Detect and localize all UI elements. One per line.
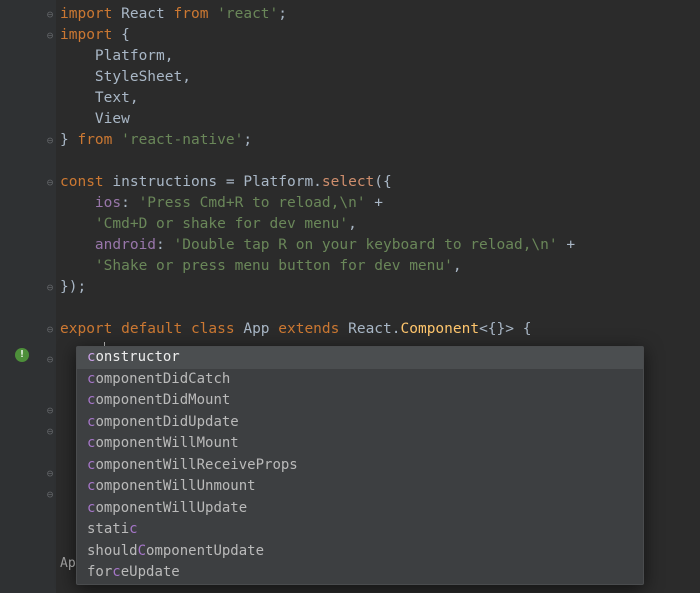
keyword-import: import [60, 6, 112, 22]
code-text: React. [348, 321, 400, 337]
ac-post: omponentWillUnmount [95, 478, 255, 494]
ac-post: omponentWillUpdate [95, 500, 247, 516]
punct: + [558, 237, 575, 253]
autocomplete-item-componentDidMount[interactable]: componentDidMount [77, 390, 643, 412]
autocomplete-item-forceUpdate[interactable]: forceUpdate [77, 562, 643, 584]
code-text: React [112, 6, 173, 22]
punct: ({ [374, 174, 391, 190]
keyword-export: export [60, 321, 121, 337]
ac-post: omponentDidMount [95, 392, 230, 408]
gutter-annotation-icon[interactable]: ! [15, 348, 29, 362]
autocomplete-item-static[interactable]: static [77, 519, 643, 541]
vertical-scrollbar[interactable] [689, 0, 699, 593]
fold-marker[interactable]: ⊖ [44, 349, 56, 370]
ac-match: c [129, 521, 137, 537]
breadcrumb-bar[interactable]: Ap [56, 553, 76, 575]
fold-marker[interactable]: ⊖ [44, 4, 56, 25]
ac-pre: for [87, 564, 112, 580]
type-name: Component [401, 321, 480, 337]
ac-match: C [138, 543, 146, 559]
ac-pre: stati [87, 521, 129, 537]
string-literal: 'Cmd+D or shake for dev menu' [95, 216, 348, 232]
keyword-from: from [174, 6, 218, 22]
fold-marker[interactable]: ⊖ [44, 319, 56, 340]
autocomplete-item-componentWillReceiveProps[interactable]: componentWillReceiveProps [77, 455, 643, 477]
keyword-class: class [191, 321, 243, 337]
autocomplete-item-componentWillUpdate[interactable]: componentWillUpdate [77, 498, 643, 520]
autocomplete-item-shouldComponentUpdate[interactable]: shouldComponentUpdate [77, 541, 643, 563]
ac-match: c [112, 564, 120, 580]
property-key: ios [60, 195, 121, 211]
fold-marker[interactable]: ⊖ [44, 463, 56, 484]
autocomplete-popup[interactable]: constructor componentDidCatch componentD… [76, 346, 644, 585]
ac-post: eUpdate [121, 564, 180, 580]
string-literal: 'react-native' [121, 132, 243, 148]
property-key: android [60, 237, 156, 253]
fold-column: ⊖ ⊖ ⊖ ⊖ ⊖ ⊖ ⊖ ⊖ ⊖ ⊖ ⊖ [44, 0, 56, 593]
keyword-const: const [60, 174, 112, 190]
breadcrumb-item[interactable]: Ap [60, 556, 76, 571]
punct: , [453, 258, 462, 274]
punct: : [156, 237, 173, 253]
fold-marker[interactable]: ⊖ [44, 130, 56, 151]
punct: }); [60, 279, 86, 295]
string-literal: 'Shake or press menu button for dev menu… [95, 258, 453, 274]
ac-post: omponentWillMount [95, 435, 238, 451]
punct: : [121, 195, 138, 211]
punct: <{}> { [479, 321, 531, 337]
code-text: StyleSheet, [60, 69, 191, 85]
fold-marker[interactable]: ⊖ [44, 421, 56, 442]
fold-marker[interactable]: ⊖ [44, 172, 56, 193]
punct: } [60, 132, 77, 148]
fold-marker[interactable]: ⊖ [44, 484, 56, 505]
punct: ; [278, 6, 287, 22]
keyword-import: import [60, 27, 121, 43]
code-text: View [60, 111, 130, 127]
ac-post: omponentWillReceiveProps [95, 457, 297, 473]
fold-marker[interactable]: ⊖ [44, 277, 56, 298]
string-literal: 'react' [217, 6, 278, 22]
string-literal: 'Double tap R on your keyboard to reload… [174, 237, 558, 253]
autocomplete-item-constructor[interactable]: constructor [77, 347, 643, 369]
keyword-default: default [121, 321, 191, 337]
punct: , [348, 216, 357, 232]
gutter: ⊖ ⊖ ⊖ ⊖ ⊖ ⊖ ⊖ ⊖ ⊖ ⊖ ⊖ ! [0, 0, 56, 593]
fold-marker[interactable]: ⊖ [44, 400, 56, 421]
ac-post: onstructor [95, 349, 179, 365]
autocomplete-item-componentWillUnmount[interactable]: componentWillUnmount [77, 476, 643, 498]
autocomplete-item-componentDidCatch[interactable]: componentDidCatch [77, 369, 643, 391]
code-editor[interactable]: ⊖ ⊖ ⊖ ⊖ ⊖ ⊖ ⊖ ⊖ ⊖ ⊖ ⊖ ! import React fro… [0, 0, 700, 593]
ac-post: omponentUpdate [146, 543, 264, 559]
ac-pre: should [87, 543, 138, 559]
ac-post: omponentDidCatch [95, 371, 230, 387]
class-name: App [243, 321, 278, 337]
punct: + [366, 195, 383, 211]
autocomplete-item-componentDidUpdate[interactable]: componentDidUpdate [77, 412, 643, 434]
code-text: Platform, [60, 48, 174, 64]
code-text: instructions = Platform. [112, 174, 322, 190]
punct: { [121, 27, 130, 43]
ac-post: omponentDidUpdate [95, 414, 238, 430]
keyword-from: from [77, 132, 121, 148]
string-literal: 'Press Cmd+R to reload,\n' [139, 195, 366, 211]
method-name: select [322, 174, 374, 190]
code-text: Text, [60, 90, 139, 106]
autocomplete-item-componentWillMount[interactable]: componentWillMount [77, 433, 643, 455]
keyword-extends: extends [278, 321, 348, 337]
punct: ; [243, 132, 252, 148]
fold-marker[interactable]: ⊖ [44, 25, 56, 46]
